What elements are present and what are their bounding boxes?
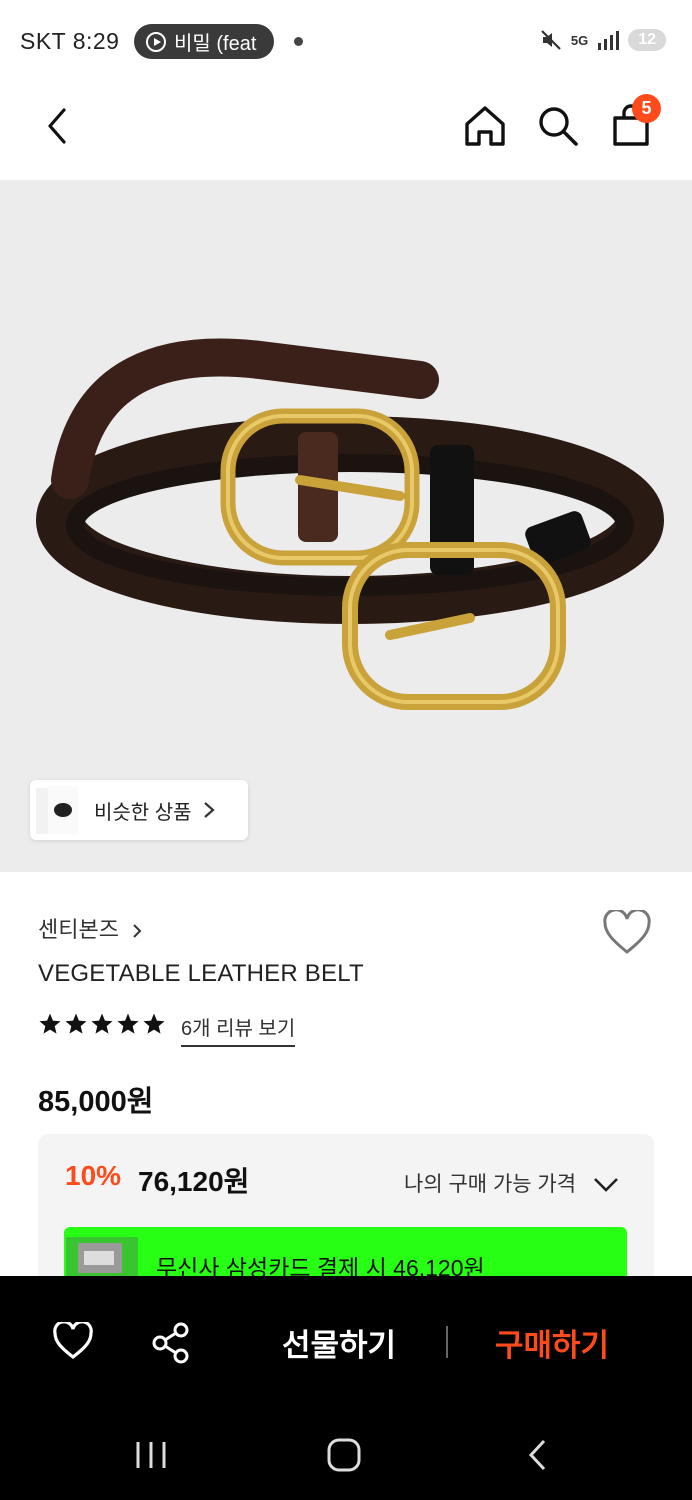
notification-dot (294, 37, 303, 46)
app-header (0, 84, 692, 180)
signal-icon (598, 31, 620, 50)
product-name: VEGETABLE LEATHER BELT (38, 960, 364, 987)
network-label: 5G (570, 32, 589, 48)
home-icon[interactable] (462, 104, 508, 148)
brand-link[interactable]: 센티본즈 (38, 912, 143, 944)
star-icon (39, 1013, 61, 1034)
similar-thumbnail (30, 780, 90, 840)
my-price-label: 나의 구매 가능 가격 (404, 1173, 577, 1196)
back-icon[interactable] (42, 106, 74, 146)
gift-button[interactable]: 선물하기 (282, 1320, 396, 1365)
heart-icon[interactable] (52, 1322, 94, 1360)
discount-rate: 10% (65, 1160, 122, 1191)
similar-products-button[interactable]: 비슷한 상품 (30, 780, 248, 840)
status-time: SKT 8:29 (20, 28, 120, 54)
search-icon[interactable] (536, 104, 580, 148)
wishlist-heart-icon[interactable] (602, 910, 652, 956)
chevron-right-icon (133, 924, 142, 938)
similar-products-label: 비슷한 상품 (94, 801, 192, 824)
cart-count-badge: 5 (632, 94, 661, 123)
belt-illustration (36, 338, 664, 710)
media-text: 비밀 (feat (174, 33, 257, 55)
status-bar: SKT 8:29 비밀 (feat 5G 12 (0, 0, 692, 84)
reviews-link[interactable]: 6개 리뷰 보기 (181, 1012, 296, 1047)
recent-apps-icon[interactable] (134, 1440, 168, 1470)
media-chip[interactable]: 비밀 (feat (134, 24, 274, 59)
original-price: 85,000원 (38, 1086, 154, 1118)
star-icon (91, 1013, 113, 1034)
chevron-down-icon (594, 1178, 618, 1193)
mute-icon (541, 30, 561, 50)
star-icon (65, 1013, 87, 1034)
star-icon (117, 1013, 139, 1034)
buy-button[interactable]: 구매하기 (495, 1320, 609, 1365)
my-price-toggle[interactable]: 나의 구매 가능 가격 (404, 1168, 620, 1198)
star-icon (143, 1013, 165, 1034)
rating-stars (38, 1012, 166, 1036)
chevron-right-icon (203, 802, 215, 818)
product-image[interactable] (0, 180, 692, 872)
home-nav-icon[interactable] (326, 1437, 362, 1473)
battery-indicator: 12 (628, 29, 666, 51)
back-nav-icon[interactable] (526, 1438, 550, 1472)
share-icon[interactable] (150, 1322, 192, 1364)
play-icon (146, 31, 166, 52)
action-divider (446, 1326, 448, 1358)
status-icons: 5G 12 (539, 28, 666, 52)
brand-name: 센티본즈 (38, 917, 119, 942)
sale-price: 76,120원 (138, 1166, 250, 1197)
